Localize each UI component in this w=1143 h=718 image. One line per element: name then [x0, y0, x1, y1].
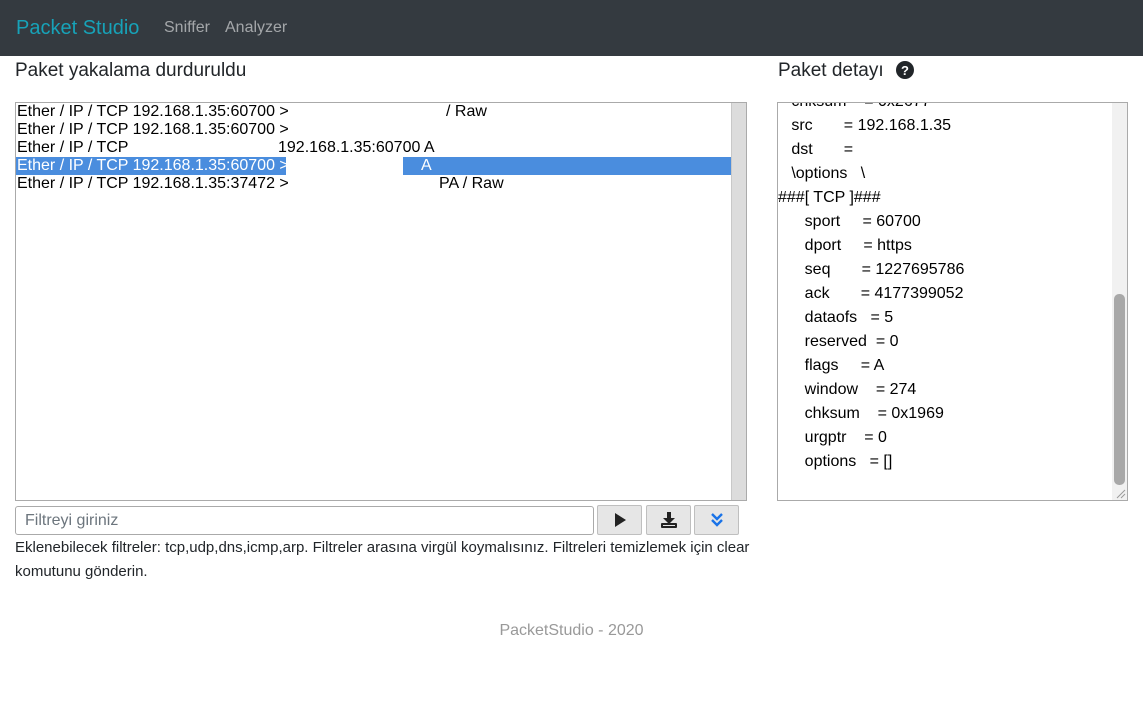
scrollbar-thumb[interactable] [1114, 294, 1125, 485]
filter-input[interactable] [15, 506, 594, 535]
detail-line: dst = [778, 141, 858, 158]
packet-row[interactable]: Ether / IP / TCP 192.168.1.35:37472 > PA… [16, 175, 731, 193]
packet-row-summary: Ether / IP / TCP 192.168.1.35:60700 > [17, 103, 289, 120]
packet-row-summary: Ether / IP / TCP [17, 139, 129, 156]
start-capture-button[interactable] [597, 505, 642, 535]
download-icon [660, 512, 677, 528]
resize-grip-icon[interactable] [1114, 487, 1126, 499]
packet-row-summary: Ether / IP / TCP 192.168.1.35:60700 > [17, 157, 289, 174]
detail-line: window = 274 [778, 381, 917, 398]
capture-status-title: Paket yakalama durduruldu [15, 60, 247, 81]
packet-row-tail: PA / Raw [439, 175, 504, 192]
brand-link[interactable]: Packet Studio [16, 15, 139, 41]
packet-list-scrollbar[interactable] [731, 103, 746, 500]
packet-detail-box[interactable]: chksum = 0x2677 src = 192.168.1.35 dst =… [777, 102, 1128, 501]
packet-row-tail: A [421, 157, 432, 174]
detail-line: ack = 4177399052 [778, 285, 964, 302]
packet-list[interactable]: Ether / IP / TCP 192.168.1.35:60700 > / … [15, 102, 747, 501]
packet-row[interactable]: Ether / IP / TCP 192.168.1.35:60700 A [16, 139, 731, 157]
detail-line: chksum = 0x2677 [778, 103, 1112, 114]
nav-link-sniffer[interactable]: Sniffer [164, 18, 210, 38]
nav-link-analyzer[interactable]: Analyzer [225, 18, 287, 38]
detail-line: sport = 60700 [778, 213, 921, 230]
packet-row-tail: 192.168.1.35:60700 A [278, 139, 435, 156]
detail-line: reserved = 0 [778, 333, 899, 350]
packet-row-selected[interactable]: Ether / IP / TCP 192.168.1.35:60700 > A [16, 157, 731, 175]
packet-rows: Ether / IP / TCP 192.168.1.35:60700 > / … [16, 103, 731, 193]
detail-line: ###[ TCP ]### [778, 189, 881, 206]
packet-detail-lines: chksum = 0x2677 src = 192.168.1.35 dst =… [778, 103, 1112, 474]
detail-line: chksum = 0x1969 [778, 405, 944, 422]
packet-row-tail: / Raw [446, 103, 487, 120]
packet-detail-title: Paket detayı [778, 60, 884, 81]
packet-row[interactable]: Ether / IP / TCP 192.168.1.35:60700 > [16, 121, 731, 139]
detail-line: options = [] [778, 453, 893, 470]
detail-line: \options \ [778, 165, 866, 182]
svg-text:?: ? [901, 63, 909, 78]
play-icon [614, 513, 626, 527]
chevron-double-down-icon [710, 513, 723, 527]
detail-line: flags = A [778, 357, 885, 374]
detail-line: seq = 1227695786 [778, 261, 965, 278]
scroll-down-button[interactable] [694, 505, 739, 535]
detail-line: urgptr = 0 [778, 429, 887, 446]
filter-help-text: Eklenebilecek filtreler: tcp,udp,dns,icm… [15, 539, 750, 580]
question-circle-icon[interactable]: ? [896, 61, 914, 79]
detail-line: dataofs = 5 [778, 309, 894, 326]
navbar: Packet Studio Sniffer Analyzer [0, 0, 1143, 56]
packet-detail-scrollbar[interactable] [1112, 103, 1127, 500]
selection-gap [286, 157, 403, 175]
packet-row-summary: Ether / IP / TCP 192.168.1.35:60700 > [17, 121, 289, 138]
footer-text: PacketStudio - 2020 [499, 622, 644, 639]
packet-row[interactable]: Ether / IP / TCP 192.168.1.35:60700 > / … [16, 103, 731, 121]
packet-row-summary: Ether / IP / TCP 192.168.1.35:37472 > [17, 175, 289, 192]
detail-line: dport = https [778, 237, 912, 254]
detail-line: src = 192.168.1.35 [778, 117, 951, 134]
download-button[interactable] [646, 505, 691, 535]
